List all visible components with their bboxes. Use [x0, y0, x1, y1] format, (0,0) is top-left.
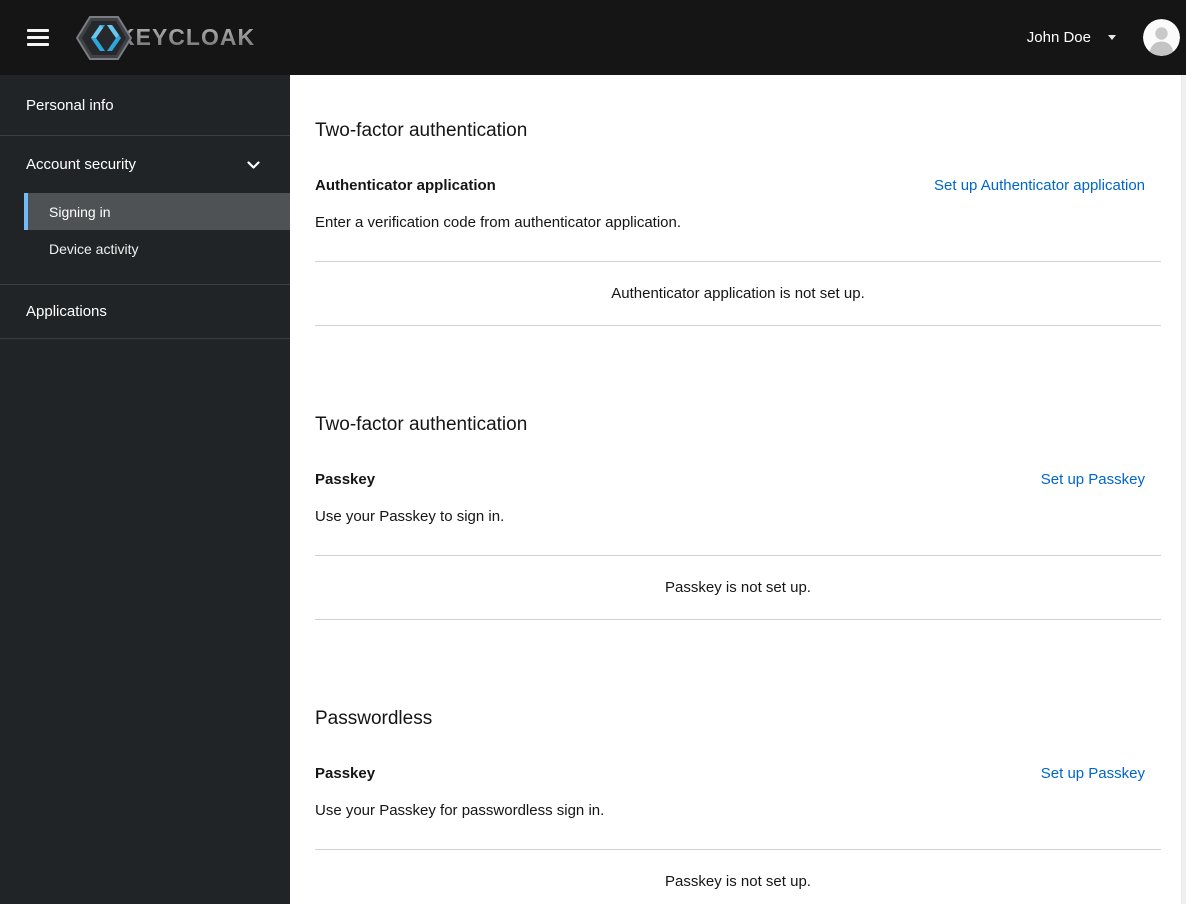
sidebar-divider [0, 267, 290, 285]
user-name: John Doe [1026, 29, 1091, 46]
vertical-scrollbar[interactable] [1181, 75, 1186, 904]
account-security-subnav: Signing in Device activity [0, 193, 290, 267]
credential-description: Enter a verification code from authentic… [315, 214, 682, 231]
masthead: KEYCLOAK John Doe [0, 0, 1186, 75]
hamburger-bar [27, 36, 49, 39]
caret-down-icon [1108, 35, 1116, 40]
setup-passkey-passwordless-link[interactable]: Set up Passkey [1041, 765, 1145, 782]
sidebar-item-label: Signing in [49, 203, 111, 220]
hamburger-bar [27, 43, 49, 46]
sidebar-nav: Personal info Account security Signing i… [0, 75, 290, 904]
hamburger-menu-icon[interactable] [27, 29, 49, 46]
sidebar-item-signing-in[interactable]: Signing in [24, 193, 290, 230]
chevron-down-icon [247, 160, 260, 169]
credential-type-row: Authenticator application Set up Authent… [315, 175, 1161, 195]
credential-description: Use your Passkey to sign in. [315, 508, 505, 525]
sidebar-item-personal-info[interactable]: Personal info [0, 75, 290, 136]
signing-in-page: Two-factor authentication Authenticator … [290, 75, 1186, 904]
credential-type-row: Passkey Set up Passkey [315, 469, 1161, 489]
credential-type-label: Passkey [315, 764, 376, 782]
section-heading: Two-factor authentication [315, 414, 528, 435]
two-factor-authenticator-section: Two-factor authentication Authenticator … [315, 119, 1161, 326]
sidebar-item-applications[interactable]: Applications [0, 285, 290, 339]
divider [315, 325, 1161, 326]
divider [315, 619, 1161, 620]
sidebar-item-label: Device activity [49, 240, 139, 257]
user-menu-dropdown[interactable]: John Doe [1027, 29, 1116, 46]
credential-type-label: Passkey [315, 470, 376, 488]
empty-state-message: Authenticator application is not set up. [611, 285, 865, 302]
empty-state-message: Passkey is not set up. [665, 579, 811, 596]
section-heading: Passwordless [315, 708, 433, 729]
avatar [1143, 19, 1180, 56]
credential-description: Use your Passkey for passwordless sign i… [315, 802, 605, 819]
sidebar-item-device-activity[interactable]: Device activity [24, 230, 290, 267]
credential-type-row: Passkey Set up Passkey [315, 763, 1161, 783]
credential-type-label: Authenticator application [315, 176, 496, 194]
empty-state-message: Passkey is not set up. [665, 873, 811, 890]
setup-passkey-link[interactable]: Set up Passkey [1041, 471, 1145, 488]
section-heading: Two-factor authentication [315, 120, 528, 141]
setup-authenticator-link[interactable]: Set up Authenticator application [934, 177, 1145, 194]
sidebar-item-label: Personal info [26, 96, 114, 114]
keycloak-hexagon-icon [76, 15, 132, 60]
sidebar-item-label: Account security [26, 156, 137, 173]
brand-wordmark: KEYCLOAK [118, 24, 256, 50]
keycloak-logo[interactable]: KEYCLOAK [76, 15, 255, 61]
two-factor-passkey-section: Two-factor authentication Passkey Set up… [315, 413, 1161, 620]
passwordless-section: Passwordless Passkey Set up Passkey Use … [315, 707, 1161, 904]
hamburger-bar [27, 29, 49, 32]
sidebar-item-account-security[interactable]: Account security [0, 136, 290, 193]
sidebar-item-label: Applications [26, 303, 107, 320]
